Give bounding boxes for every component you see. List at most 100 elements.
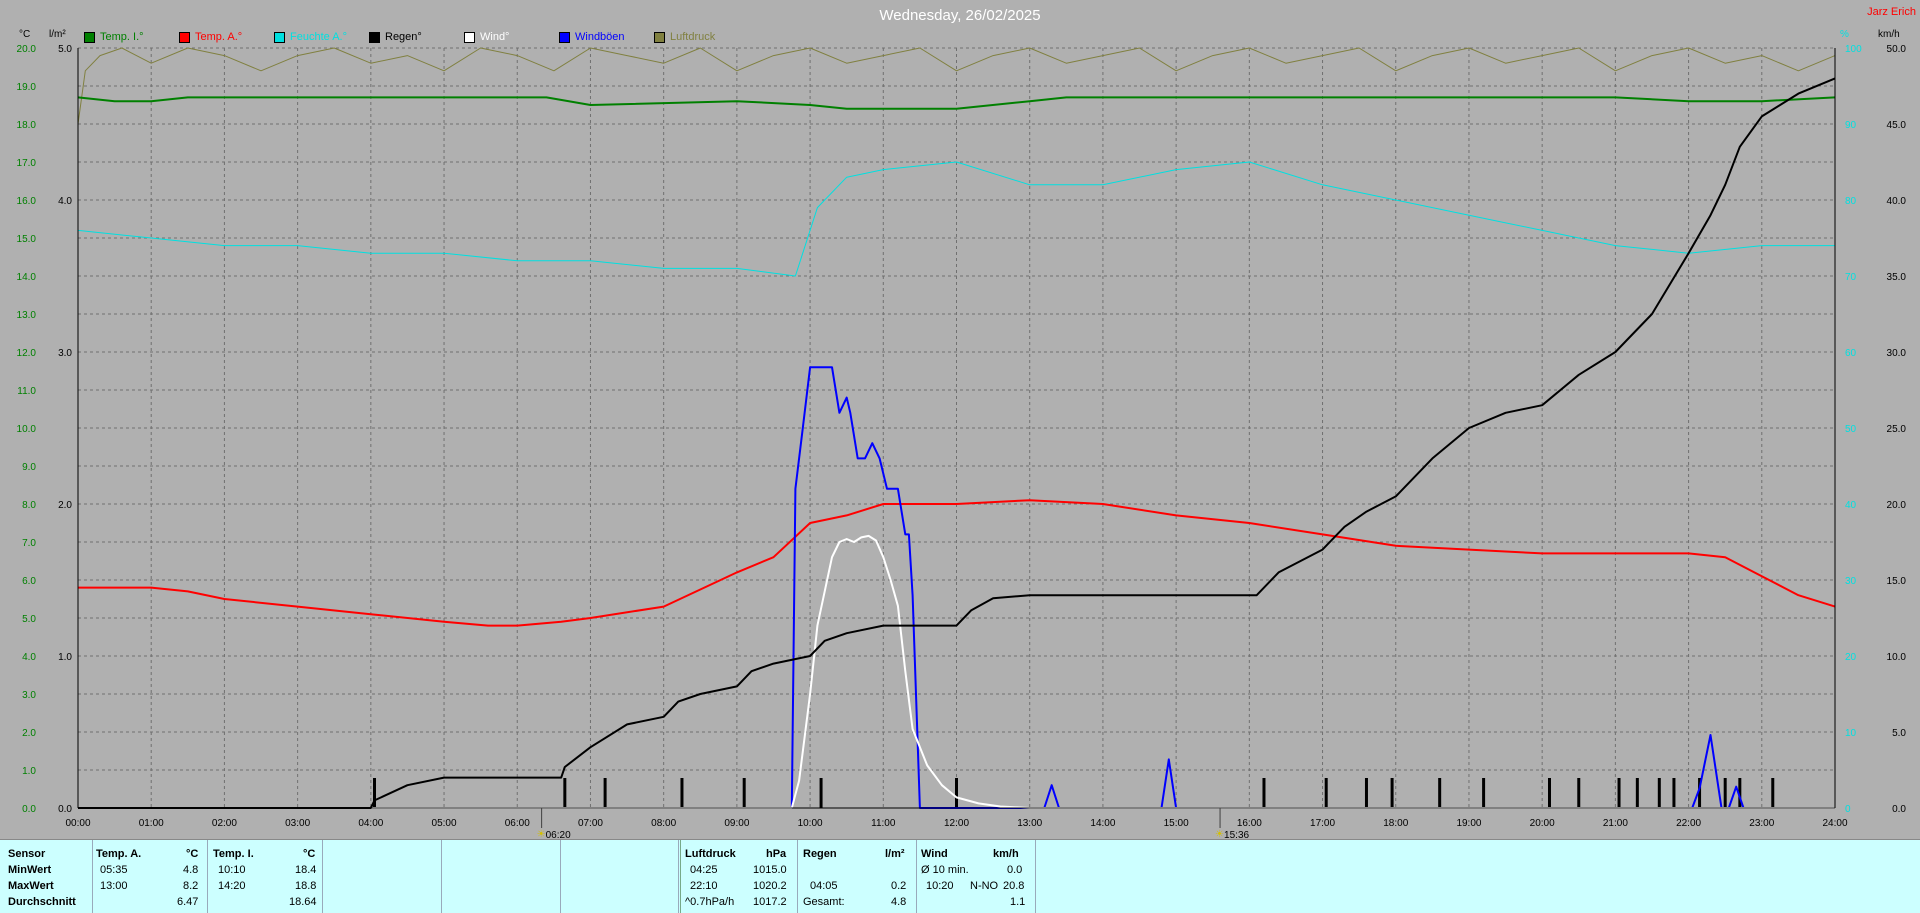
x-tick-label: 13:00 xyxy=(1017,818,1042,829)
sun-icon: ☀ xyxy=(537,829,546,839)
wind-unit: km/h xyxy=(993,848,1019,860)
temp-a-max-time: 13:00 xyxy=(100,880,128,892)
x-tick-label: 08:00 xyxy=(651,818,676,829)
legend-item-temp-a: Temp. A.° xyxy=(179,29,274,45)
wind-avg10-value: 0.0 xyxy=(1007,864,1023,876)
x-tick-label: 04:00 xyxy=(358,818,383,829)
x-tick-label: 22:00 xyxy=(1676,818,1701,829)
temp-i-avg: 18.64 xyxy=(289,896,317,908)
x-tick-label: 12:00 xyxy=(944,818,969,829)
pressure-max-time: 22:10 xyxy=(690,880,718,892)
y-tick-label-humidity: 20 xyxy=(1845,652,1857,663)
x-tick-label: 00:00 xyxy=(65,818,90,829)
y-tick-label-temp: 7.0 xyxy=(22,538,36,549)
wind-max-time: 10:20 xyxy=(926,880,954,892)
legend-swatch xyxy=(559,31,570,43)
x-tick-label: 11:00 xyxy=(871,818,896,829)
x-tick-label: 05:00 xyxy=(432,818,457,829)
y-tick-label-humidity: 0 xyxy=(1845,804,1851,815)
separator xyxy=(207,840,208,913)
weather-chart: 0.0 1.0 2.0 3.0 4.0 5.0 6.0 7.0 8.0 9.0 10.0 11.0 12… xyxy=(17,6,1916,839)
unit-right-wind: km/h xyxy=(1878,29,1900,40)
temp-a-header: Temp. A. xyxy=(96,848,142,860)
x-axis: 00:00 01:00 02:00 03:00 04:00 05:00 06:00 07:00… xyxy=(65,818,1847,829)
y-tick-label-wind: 45.0 xyxy=(1887,120,1907,131)
x-tick-label: 07:00 xyxy=(578,818,603,829)
y-tick-label-temp: 12.0 xyxy=(17,348,37,359)
wind-max-value: 20.8 xyxy=(1003,880,1025,892)
x-tick-label: 20:00 xyxy=(1530,818,1555,829)
rain-total-label: Gesamt: xyxy=(803,896,845,908)
temp-i-max-time: 14:20 xyxy=(218,880,246,892)
legend-label: Luftdruck xyxy=(670,31,716,43)
x-tick-label: 02:00 xyxy=(212,818,237,829)
legend-item-wind: Wind° xyxy=(464,29,559,45)
x-tick-label: 24:00 xyxy=(1822,818,1847,829)
rain-max-time: 04:05 xyxy=(810,880,838,892)
y-tick-label-wind: 25.0 xyxy=(1887,424,1907,435)
y-tick-label-rain: 2.0 xyxy=(58,500,72,511)
separator xyxy=(560,840,561,913)
legend-label: Temp. I.° xyxy=(100,31,144,43)
legend-item-temp-i: Temp. I.° xyxy=(84,29,179,45)
x-tick-label: 18:00 xyxy=(1383,818,1408,829)
temp-a-unit: °C xyxy=(186,848,199,860)
temp-a-avg: 6.47 xyxy=(177,896,199,908)
y-tick-label-temp: 10.0 xyxy=(17,424,37,435)
right-axis-wind: 0.0 5.0 10.0 15.0 20.0 25.0 30.0 35.0 40.0 45.0 50… xyxy=(1887,44,1907,815)
y-tick-label-temp: 20.0 xyxy=(17,44,37,55)
x-tick-label: 19:00 xyxy=(1456,818,1481,829)
x-tick-label: 21:00 xyxy=(1603,818,1628,829)
sunset-time: 15:36 xyxy=(1224,830,1249,839)
legend-label: Regen° xyxy=(385,31,422,43)
left-axis-rain: 0.0 1.0 2.0 3.0 4.0 5.0 xyxy=(58,44,72,815)
y-tick-label-temp: 14.0 xyxy=(17,272,37,283)
row-label-sensor: Sensor xyxy=(8,848,46,860)
wind-max-dir: N-NO xyxy=(970,880,999,892)
y-tick-label-temp: 9.0 xyxy=(22,462,36,473)
rain-total: 4.8 xyxy=(891,896,907,908)
y-tick-label-humidity: 60 xyxy=(1845,348,1857,359)
temp-a-min-value: 4.8 xyxy=(183,864,199,876)
sunset-marker: ☀ 15:36 xyxy=(1215,829,1249,839)
y-tick-label-humidity: 90 xyxy=(1845,120,1857,131)
pressure-min-time: 04:25 xyxy=(690,864,718,876)
sunrise-marker: ☀ 06:20 xyxy=(537,829,571,839)
y-tick-label-temp: 19.0 xyxy=(17,82,37,93)
rain-unit: l/m² xyxy=(885,848,905,860)
y-tick-label-rain: 3.0 xyxy=(58,348,72,359)
x-tick-label: 06:00 xyxy=(505,818,530,829)
legend-item-humidity: Feuchte A.° xyxy=(274,29,369,45)
y-tick-label-temp: 11.0 xyxy=(17,386,36,397)
legend-label: Temp. A.° xyxy=(195,31,243,43)
y-tick-label-wind: 40.0 xyxy=(1887,196,1907,207)
y-tick-label-temp: 2.0 xyxy=(22,728,36,739)
legend-swatch xyxy=(654,31,665,43)
y-tick-label-humidity: 40 xyxy=(1845,500,1857,511)
temp-i-max-value: 18.8 xyxy=(295,880,317,892)
y-tick-label-humidity: 70 xyxy=(1845,272,1857,283)
y-tick-label-temp: 5.0 xyxy=(22,614,36,625)
x-tick-label: 14:00 xyxy=(1090,818,1115,829)
temp-i-unit: °C xyxy=(303,848,316,860)
legend-label: Windböen xyxy=(575,31,625,43)
x-tick-label: 23:00 xyxy=(1749,818,1774,829)
row-label-max: MaxWert xyxy=(8,880,54,892)
separator xyxy=(322,840,323,913)
y-tick-label-wind: 20.0 xyxy=(1887,500,1907,511)
temp-i-header: Temp. I. xyxy=(213,848,254,860)
legend-swatch xyxy=(369,31,380,43)
separator xyxy=(1035,840,1036,913)
y-tick-label-wind: 15.0 xyxy=(1887,576,1907,587)
y-tick-label-rain: 4.0 xyxy=(58,196,72,207)
rain-header: Regen xyxy=(803,848,837,860)
x-tick-label: 15:00 xyxy=(1164,818,1189,829)
y-tick-label-temp: 0.0 xyxy=(22,804,36,815)
legend-swatch xyxy=(84,31,95,43)
unit-temp: °C xyxy=(19,29,30,40)
pressure-min-value: 1015.0 xyxy=(753,864,787,876)
row-label-avg: Durchschnitt xyxy=(8,896,76,908)
y-tick-label-rain: 0.0 xyxy=(58,804,72,815)
legend-item-pressure: Luftdruck xyxy=(654,29,749,45)
x-tick-label: 16:00 xyxy=(1237,818,1262,829)
